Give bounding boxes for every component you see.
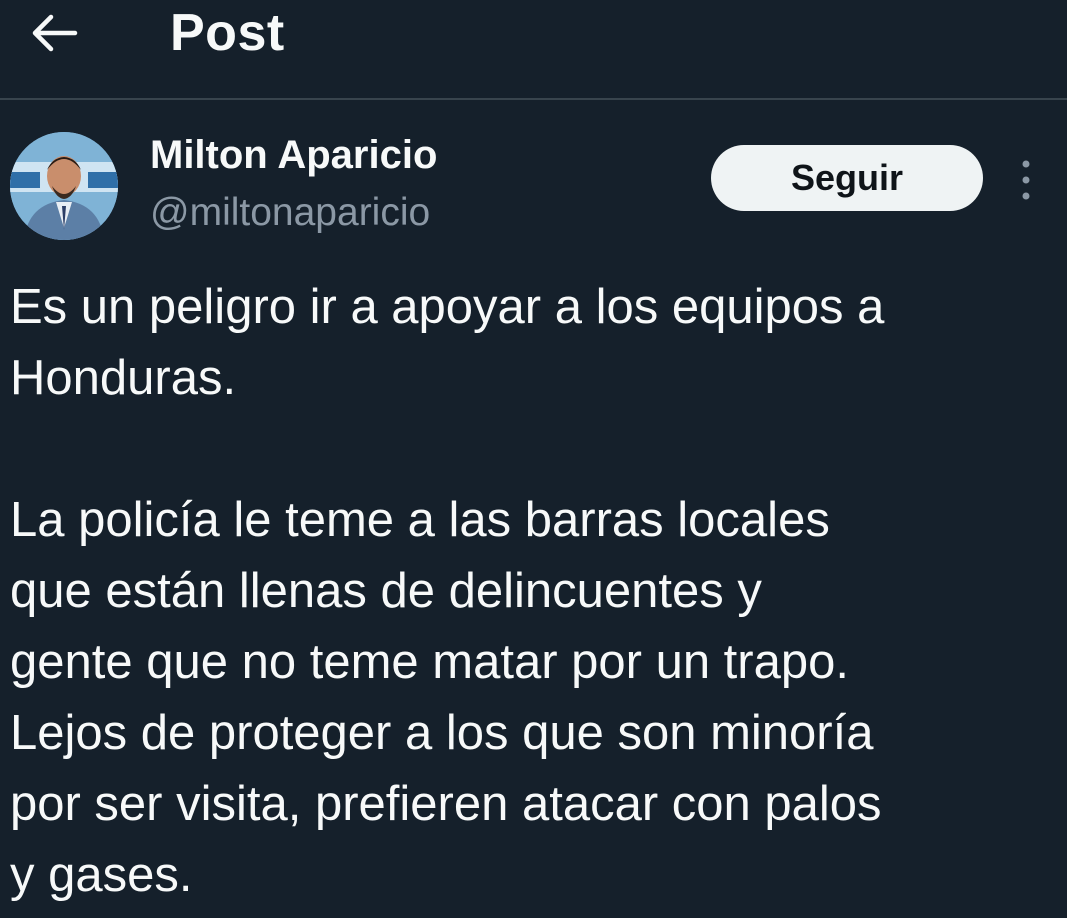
arrow-left-icon [32,14,78,52]
follow-button[interactable]: Seguir [711,145,983,211]
back-button[interactable] [22,8,86,58]
post-paragraph-1: Es un peligro ir a apoyar a los equipos … [10,280,885,405]
post-text: Es un peligro ir a apoyar a los equipos … [10,272,1060,911]
page-title: Post [170,4,285,62]
author-name[interactable]: Milton Aparicio [150,130,437,180]
author-handle[interactable]: @miltonaparicio [150,188,430,238]
more-vertical-icon [1022,160,1030,200]
more-options-button[interactable] [1008,150,1044,210]
avatar[interactable] [10,132,118,240]
profile-photo [10,132,118,240]
post-paragraph-2: La policía le teme a las barras locales … [10,493,882,902]
top-bar: Post [0,0,1067,100]
